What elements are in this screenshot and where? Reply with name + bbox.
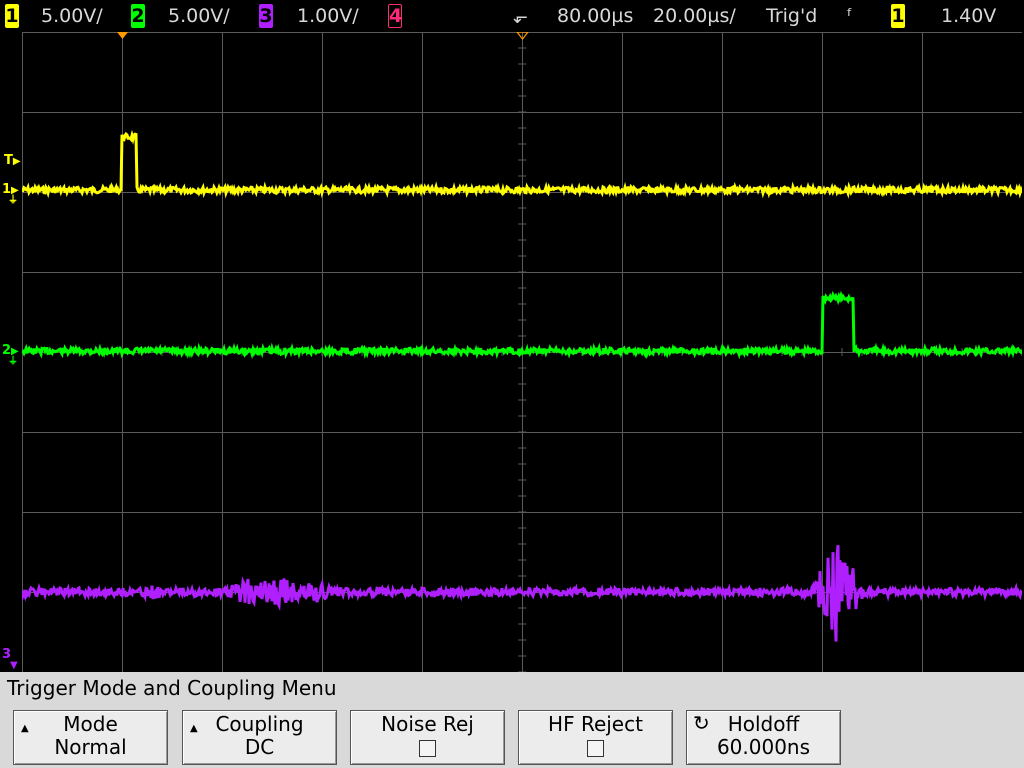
- noise-reject-checkbox[interactable]: [419, 740, 436, 757]
- delay-reference-icon: ⬐: [513, 7, 529, 28]
- status-bar: 1 5.00V/ 2 5.00V/ 3 1.00V/ 4 ⬐ 80.00µs 2…: [0, 0, 1024, 32]
- hf-reject-softkey[interactable]: HF Reject: [518, 710, 673, 765]
- timebase-scale: 20.00µs/: [653, 5, 736, 27]
- trigger-position-marker: [117, 32, 128, 39]
- waveform-graticule: [22, 32, 1022, 672]
- coupling-softkey[interactable]: ▲ Coupling DC: [182, 710, 337, 765]
- hf-reject-label: HF Reject: [548, 712, 643, 736]
- noise-reject-label: Noise Rej: [381, 712, 474, 736]
- mode-value: Normal: [54, 735, 127, 759]
- holdoff-softkey[interactable]: ↻ Holdoff 60.000ns: [686, 710, 841, 765]
- channel-4-indicator[interactable]: 4: [388, 4, 402, 28]
- horizontal-delay: 80.00µs: [557, 5, 634, 27]
- coupling-label: Coupling: [215, 712, 304, 736]
- softkey-menu: Trigger Mode and Coupling Menu ▲ Mode No…: [0, 672, 1024, 768]
- channel-3-indicator[interactable]: 3: [259, 4, 273, 28]
- trigger-level-marker: T▶: [4, 153, 21, 168]
- channel-2-ground-marker: 2▶ ⏚: [2, 343, 19, 367]
- rising-edge-icon: ᶠ: [847, 5, 853, 27]
- rotate-knob-icon: ↻: [693, 711, 710, 735]
- channel-1-scale: 5.00V/: [41, 5, 103, 27]
- hf-reject-checkbox[interactable]: [587, 740, 604, 757]
- waveform-display[interactable]: [22, 32, 1022, 672]
- noise-reject-softkey[interactable]: Noise Rej: [350, 710, 505, 765]
- trigger-level: 1.40V: [941, 5, 997, 27]
- channel-1-indicator[interactable]: 1: [5, 4, 19, 28]
- menu-arrow-icon: ▲: [21, 723, 29, 734]
- channel-3-scale: 1.00V/: [297, 5, 359, 27]
- trigger-status: Trig'd: [766, 5, 818, 27]
- mode-softkey[interactable]: ▲ Mode Normal: [13, 710, 168, 765]
- channel-2-scale: 5.00V/: [168, 5, 230, 27]
- channel-3-ground-marker: 3 ▼: [2, 647, 18, 671]
- channel-1-ground-marker: 1▶ ⏚: [2, 182, 19, 206]
- trigger-source-indicator: 1: [891, 4, 905, 28]
- holdoff-label: Holdoff: [727, 712, 800, 736]
- channel-2-indicator[interactable]: 2: [131, 4, 145, 28]
- holdoff-value: 60.000ns: [716, 735, 811, 759]
- menu-arrow-icon: ▲: [190, 723, 198, 734]
- mode-label: Mode: [63, 712, 118, 736]
- menu-title: Trigger Mode and Coupling Menu: [7, 676, 337, 700]
- coupling-value: DC: [244, 735, 275, 759]
